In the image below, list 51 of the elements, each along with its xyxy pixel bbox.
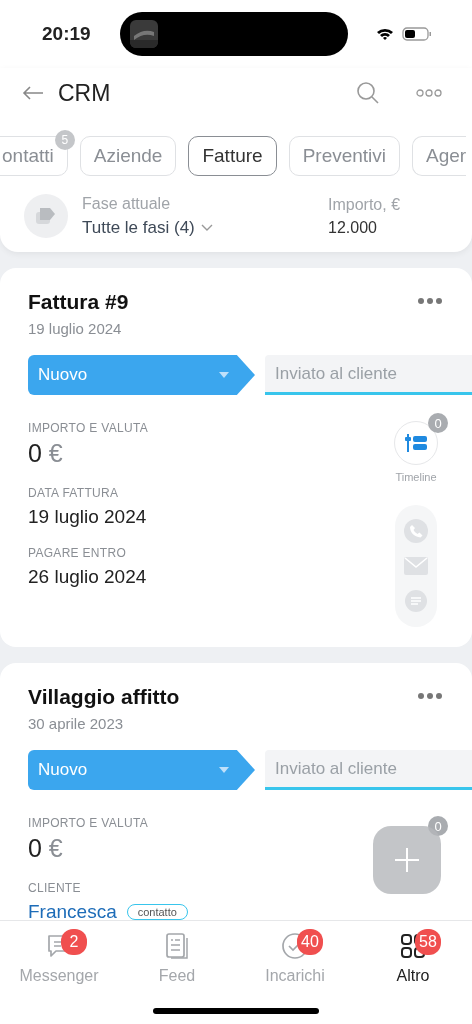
invoice-card[interactable]: Villaggio affitto 30 aprile 2023 Nuovo Inviato al cliente IMPORTO E VALUTA 0 € CLIENTE Francesca contatto 0 [0,663,472,920]
category-tab[interactable]: Ager [412,136,467,176]
field-label: IMPORTO E VALUTA [28,816,149,830]
stage-step[interactable]: Nuovo [28,750,255,790]
stages-icon[interactable] [24,194,68,238]
category-tab[interactable]: Aziende [79,136,177,176]
invoice-card[interactable]: Fattura #9 19 luglio 2024 Nuovo Inviato al cliente IMPORTO E VALUTA 0 € DATA FATTURA 19 luglio 2024 PAGARE ENTRO 26 luglio 2024 0 Timeline [0,268,472,647]
count-badge: 58 [415,929,441,955]
more-icon[interactable] [418,693,442,699]
count-badge: 0 [428,413,448,433]
count-badge: 40 [297,929,323,955]
filter-label: Fase attuale [82,194,172,213]
nav-tab[interactable]: Feed [152,931,202,991]
client-link[interactable]: Francesca [28,901,117,920]
field-label: CLIENTE [28,881,82,895]
field-label: PAGARE ENTRO [28,546,128,560]
amount-label: Importo, € [328,195,402,214]
amount-value: 0 € [28,834,64,863]
count-badge: 5 [54,130,75,150]
caret-down-icon [219,372,229,378]
more-icon[interactable] [418,298,442,304]
wifi-icon [376,27,394,41]
clock-time: 20:19 [42,23,92,45]
field-value: 26 luglio 2024 [28,566,148,588]
amount-value: 0 € [28,439,64,468]
timeline-label: Timeline [395,471,437,483]
timeline-icon [405,433,427,453]
stage-dropdown[interactable]: Tutte le fasi (4) [82,217,213,238]
page-title: CRM [58,79,111,107]
card-date: 19 luglio 2024 [28,320,123,337]
stage-step[interactable]: Inviato al cliente [265,355,472,395]
field-value: 19 luglio 2024 [28,506,148,528]
caret-down-icon [219,767,229,773]
amount-total: 12.000 [328,218,378,237]
more-icon[interactable] [416,89,442,97]
card-date: 30 aprile 2023 [28,715,125,732]
card-title: Villaggio affitto [28,685,180,709]
category-tab[interactable]: Fatture [188,136,277,176]
field-label: DATA FATTURA [28,486,120,500]
document-icon [164,932,190,960]
stage-step[interactable]: Inviato al cliente [265,750,472,790]
battery-icon [402,27,432,41]
card-title: Fattura #9 [28,290,129,314]
back-arrow-icon[interactable] [22,85,44,101]
plus-icon [395,848,419,872]
count-badge: 2 [61,929,87,955]
chevron-down-icon [200,223,213,232]
search-icon[interactable] [356,81,380,105]
category-tab[interactable]: Preventivi [288,136,401,176]
stage-step[interactable]: Nuovo [28,355,255,395]
field-label: IMPORTO E VALUTA [28,421,149,435]
